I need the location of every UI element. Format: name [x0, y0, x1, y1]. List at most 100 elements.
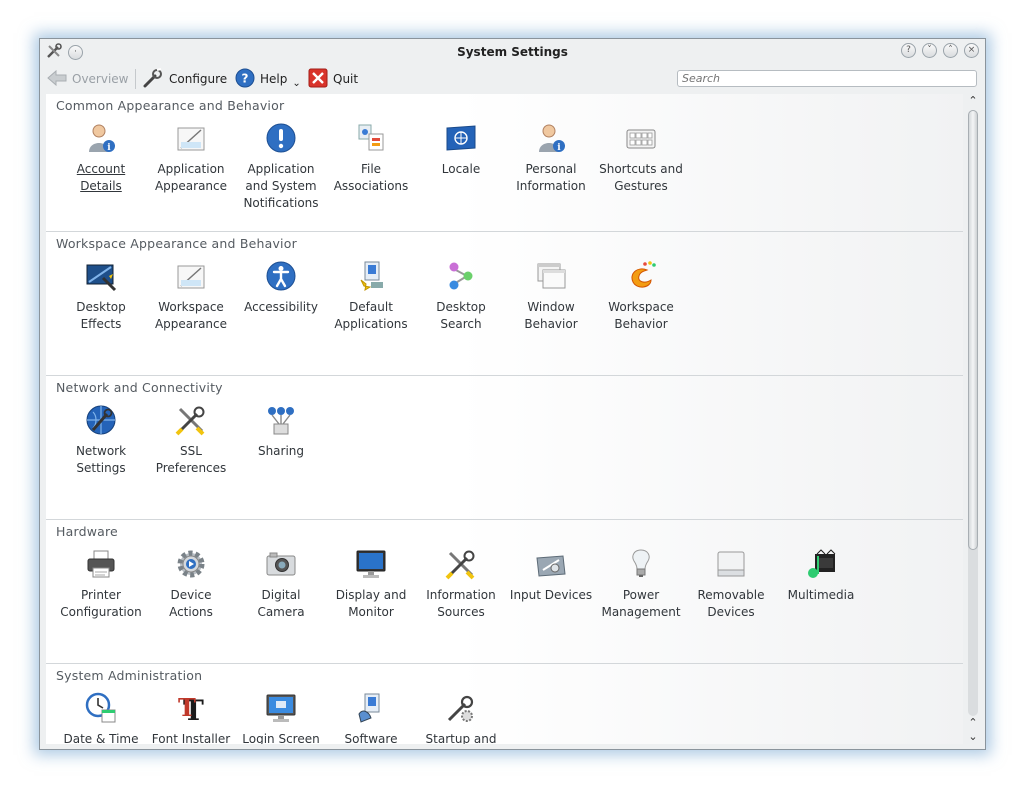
item-label: Locale	[441, 162, 481, 176]
item-digital-camera[interactable]: Digital Camera	[236, 544, 326, 621]
search-input[interactable]	[677, 70, 977, 87]
keyboard-icon	[625, 122, 657, 154]
close-window-button[interactable]: ×	[964, 43, 979, 58]
settings-content: Common Appearance and Behavior i Account…	[46, 94, 963, 744]
input-devices-icon	[535, 548, 567, 580]
multimedia-icon	[805, 548, 837, 580]
window-icon	[535, 260, 567, 292]
item-device-actions[interactable]: Device Actions	[146, 544, 236, 621]
item-printer-configuration[interactable]: Printer Configuration	[56, 544, 146, 621]
item-desktop-effects[interactable]: Desktop Effects	[56, 256, 146, 333]
item-network-settings[interactable]: Network Settings	[56, 400, 146, 477]
item-account-details[interactable]: i Account Details	[56, 118, 146, 212]
monitor-icon	[355, 548, 387, 580]
item-default-applications[interactable]: Default Applications	[326, 256, 416, 333]
item-ssl-preferences[interactable]: SSL Preferences	[146, 400, 236, 477]
desktop-search-icon	[445, 260, 477, 292]
item-label: Desktop Effects	[76, 300, 126, 331]
item-label: Date & Time	[63, 732, 139, 744]
item-removable-devices[interactable]: Removable Devices	[686, 544, 776, 621]
item-label: Application Appearance	[154, 162, 228, 193]
minimize-button[interactable]: ˅	[922, 43, 937, 58]
item-locale[interactable]: Locale	[416, 118, 506, 212]
item-accessibility[interactable]: Accessibility	[236, 256, 326, 333]
appearance-icon	[175, 260, 207, 292]
scroll-up-arrow-icon[interactable]: ⌃	[965, 94, 981, 108]
section-title: System Administration	[56, 668, 203, 683]
configure-button[interactable]: Configure	[142, 67, 227, 91]
item-workspace-behavior[interactable]: Workspace Behavior	[596, 256, 686, 333]
notification-icon	[265, 122, 297, 154]
item-desktop-search[interactable]: Desktop Search	[416, 256, 506, 333]
item-label: Power Management	[601, 588, 681, 619]
scroll-thumb[interactable]	[968, 110, 978, 550]
item-application-appearance[interactable]: Application Appearance	[146, 118, 236, 212]
section-title: Common Appearance and Behavior	[56, 98, 285, 113]
appearance-icon	[175, 122, 207, 154]
desktop-effects-icon	[85, 260, 117, 292]
item-label: Software	[344, 732, 398, 744]
default-apps-icon	[355, 260, 387, 292]
quit-button[interactable]: Quit	[308, 67, 358, 91]
item-label: Workspace Behavior	[608, 300, 674, 331]
item-date-time[interactable]: Date & Time	[56, 688, 146, 744]
workspace-behavior-icon	[625, 260, 657, 292]
help-window-button[interactable]: ?	[901, 43, 916, 58]
item-multimedia[interactable]: Multimedia	[776, 544, 866, 621]
section-hardware: Hardware Printer Configuration Device Ac…	[46, 519, 963, 664]
item-label: SSL Preferences	[155, 444, 227, 475]
item-label: Account Details	[76, 162, 126, 193]
section-title: Network and Connectivity	[56, 380, 223, 395]
item-label: Input Devices	[509, 588, 593, 602]
removable-drive-icon	[715, 548, 747, 580]
item-label: Device Actions	[169, 588, 213, 619]
item-font-installer[interactable]: TT Font Installer	[146, 688, 236, 744]
item-notifications[interactable]: Application and System Notifications	[236, 118, 326, 212]
wrench-icon	[142, 67, 164, 91]
item-information-sources[interactable]: Information Sources	[416, 544, 506, 621]
item-personal-information[interactable]: i Personal Information	[506, 118, 596, 212]
item-label: Login Screen	[242, 732, 320, 744]
personal-info-icon: i	[535, 122, 567, 154]
scroll-down-arrow-icon[interactable]: ⌄	[965, 730, 981, 744]
help-icon: ?	[235, 68, 255, 91]
item-input-devices[interactable]: Input Devices	[506, 544, 596, 621]
toolbar-separator	[135, 69, 136, 89]
item-label: Network Settings	[75, 444, 127, 475]
title-bar[interactable]: · System Settings ? ˅ ˄ ×	[40, 39, 985, 65]
section-system-administration: System Administration Date & Time TT Fon…	[46, 663, 963, 744]
item-window-behavior[interactable]: Window Behavior	[506, 256, 596, 333]
item-power-management[interactable]: Power Management	[596, 544, 686, 621]
item-display-monitor[interactable]: Display and Monitor	[326, 544, 416, 621]
item-file-associations[interactable]: File Associations	[326, 118, 416, 212]
item-label: Display and Monitor	[335, 588, 407, 619]
maximize-button[interactable]: ˄	[943, 43, 958, 58]
help-button[interactable]: ? Help ⌄	[235, 67, 301, 91]
svg-text:i: i	[107, 143, 111, 153]
item-login-screen[interactable]: Login Screen	[236, 688, 326, 744]
item-label: Shortcuts and Gestures	[599, 162, 683, 193]
item-label: Printer Configuration	[60, 588, 142, 619]
file-associations-icon	[355, 122, 387, 154]
item-sharing[interactable]: Sharing	[236, 400, 326, 477]
vertical-scrollbar[interactable]: ⌃ ⌃ ⌄	[965, 94, 981, 744]
back-arrow-icon	[47, 69, 67, 89]
scroll-up-arrow-icon[interactable]: ⌃	[965, 716, 981, 730]
svg-text:?: ?	[242, 71, 249, 85]
item-label: File Associations	[333, 162, 409, 193]
overview-button[interactable]: Overview	[47, 67, 129, 91]
item-software[interactable]: Software	[326, 688, 416, 744]
item-label: Personal Information	[516, 162, 586, 193]
item-label: Removable Devices	[697, 588, 765, 619]
item-label: Multimedia	[787, 588, 855, 602]
login-screen-icon	[265, 692, 297, 724]
item-shortcuts-gestures[interactable]: Shortcuts and Gestures	[596, 118, 686, 212]
section-title: Hardware	[56, 524, 118, 539]
item-startup-shutdown[interactable]: Startup and	[416, 688, 506, 744]
item-workspace-appearance[interactable]: Workspace Appearance	[146, 256, 236, 333]
locale-flag-icon	[445, 122, 477, 154]
item-label: Workspace Appearance	[154, 300, 228, 331]
globe-wrench-icon	[85, 404, 117, 436]
chevron-down-icon: ⌄	[292, 77, 301, 89]
item-label: Application and System Notifications	[243, 162, 319, 210]
